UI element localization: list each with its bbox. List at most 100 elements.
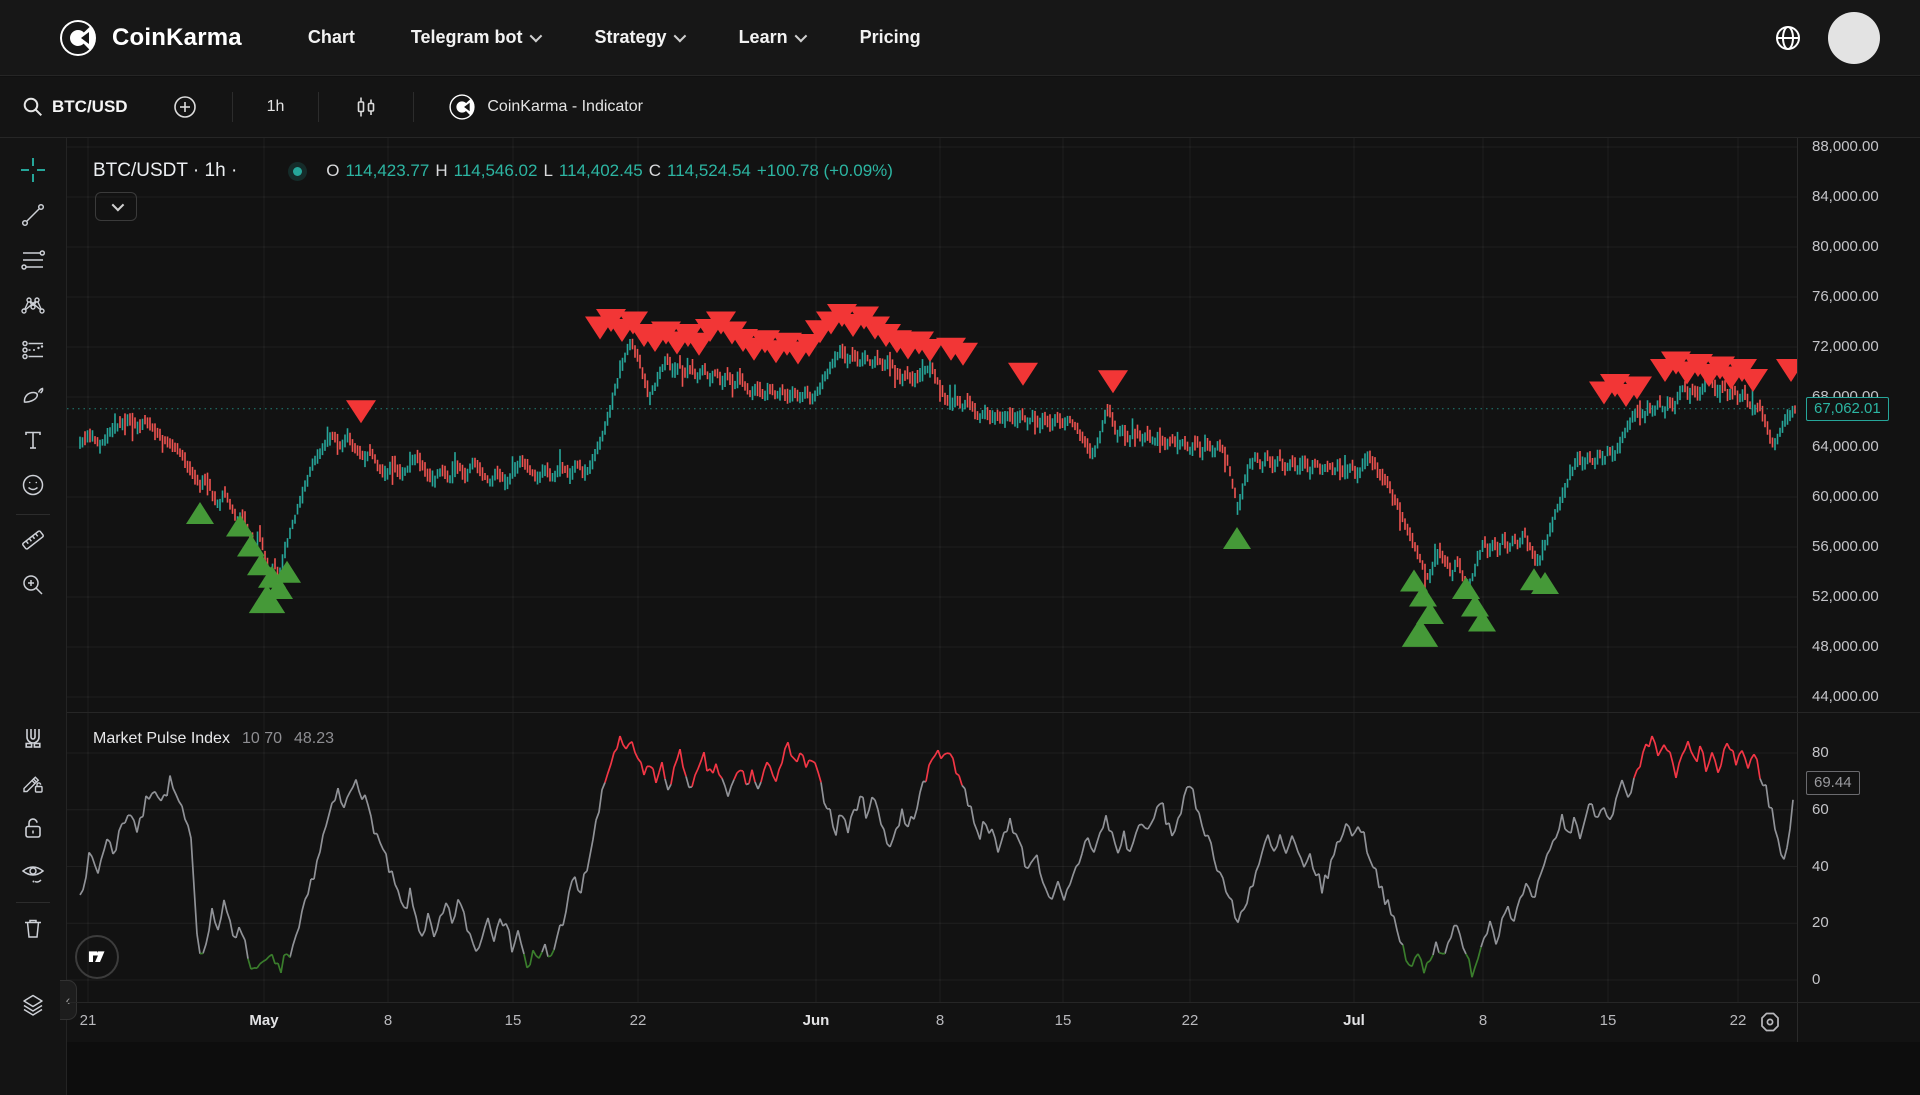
emoji-tool-button[interactable] bbox=[13, 465, 53, 505]
time-scale-settings-button[interactable] bbox=[1757, 1009, 1783, 1040]
time-axis-label: Jul bbox=[1343, 1012, 1365, 1029]
coinkarma-logo-icon bbox=[58, 18, 98, 58]
object-tree-button[interactable] bbox=[13, 985, 53, 1025]
indicator-pane[interactable] bbox=[67, 712, 1797, 1002]
coinkarma-mini-logo-icon bbox=[448, 93, 476, 121]
current-price-tag: 67,062.01 bbox=[1806, 397, 1889, 421]
indicator-legend[interactable]: Market Pulse Index 10 70 48.23 bbox=[93, 730, 334, 748]
close-value: 114,524.54 bbox=[667, 161, 751, 181]
coinkarma-logo[interactable]: CoinKarma bbox=[58, 18, 242, 58]
ruler-icon bbox=[20, 527, 46, 553]
toolbar-divider bbox=[413, 92, 414, 122]
indicator-button-label: CoinKarma - Indicator bbox=[487, 98, 643, 116]
price-axis-label: 60,000.00 bbox=[1812, 488, 1879, 505]
price-chart-canvas[interactable] bbox=[67, 138, 1797, 712]
sidebar-divider bbox=[16, 902, 50, 903]
chart-toolbar: BTC/USD 1h bbox=[0, 77, 1920, 138]
nav-item-strategy[interactable]: Strategy bbox=[595, 27, 683, 48]
price-axis-label: 72,000.00 bbox=[1812, 338, 1879, 355]
eye-hide-icon bbox=[20, 860, 46, 886]
drawing-mode-lock-button[interactable] bbox=[13, 763, 53, 803]
sidebar-collapse-handle[interactable]: ‹ bbox=[60, 980, 77, 1020]
chart-legend[interactable]: BTC/USDT · 1h · O114,423.77 H114,546.02 … bbox=[93, 160, 893, 182]
trend-line-tool-button[interactable] bbox=[13, 195, 53, 235]
crosshair-tool-button[interactable] bbox=[13, 150, 53, 190]
pane-separator[interactable] bbox=[67, 712, 1920, 713]
legend-expand-button[interactable] bbox=[95, 192, 137, 221]
candlestick-style-icon bbox=[353, 94, 379, 120]
legend-symbol-interval[interactable]: BTC/USDT · 1h · bbox=[93, 160, 237, 182]
trend-line-icon bbox=[20, 202, 46, 228]
time-axis-label: 8 bbox=[1479, 1012, 1487, 1029]
compare-add-symbol-button[interactable] bbox=[166, 88, 204, 126]
time-axis-label: 22 bbox=[1730, 1012, 1747, 1029]
price-axis-label: 88,000.00 bbox=[1812, 138, 1879, 155]
tradingview-attribution-logo[interactable] bbox=[75, 935, 119, 979]
brush-tool-button[interactable] bbox=[13, 375, 53, 415]
xabcd-pattern-tool-button[interactable] bbox=[13, 285, 53, 325]
price-axis-label: 48,000.00 bbox=[1812, 638, 1879, 655]
price-scale-axis[interactable]: 88,000.00 84,000.00 80,000.00 76,000.00 72,0… bbox=[1797, 138, 1920, 1042]
plus-circle-icon bbox=[172, 94, 198, 120]
layers-icon bbox=[20, 992, 46, 1018]
nav-item-telegram-bot[interactable]: Telegram bot bbox=[411, 27, 539, 48]
search-icon bbox=[22, 96, 44, 118]
price-axis-label: 80,000.00 bbox=[1812, 238, 1879, 255]
user-avatar[interactable] bbox=[1828, 12, 1880, 64]
magnet-icon bbox=[20, 725, 46, 751]
indicator-canvas[interactable] bbox=[67, 712, 1797, 1002]
indicator-value: 48.23 bbox=[294, 730, 334, 748]
price-chart-pane[interactable] bbox=[67, 138, 1797, 712]
indicator-title[interactable]: Market Pulse Index bbox=[93, 730, 230, 748]
pencil-lock-icon bbox=[20, 770, 46, 796]
ohlc-values: O114,423.77 H114,546.02 L114,402.45 C114… bbox=[326, 161, 893, 181]
time-axis-label: 15 bbox=[1600, 1012, 1617, 1029]
zoom-in-icon bbox=[20, 572, 46, 598]
text-tool-icon bbox=[20, 427, 46, 453]
fib-lines-icon bbox=[20, 247, 46, 273]
measure-tool-button[interactable] bbox=[13, 520, 53, 560]
toolbar-divider bbox=[232, 92, 233, 122]
nav-item-pricing[interactable]: Pricing bbox=[860, 27, 921, 48]
emoji-smiley-icon bbox=[20, 472, 46, 498]
time-scale-axis[interactable]: 21May81522Jun81522Jul81522 bbox=[67, 1002, 1797, 1042]
nav-item-chart[interactable]: Chart bbox=[308, 27, 355, 48]
long-position-tool-button[interactable] bbox=[13, 330, 53, 370]
fib-retracement-tool-button[interactable] bbox=[13, 240, 53, 280]
time-axis-label: 21 bbox=[80, 1012, 97, 1029]
text-tool-button[interactable] bbox=[13, 420, 53, 460]
sidebar-divider bbox=[16, 514, 50, 515]
toolbar-divider bbox=[318, 92, 319, 122]
remove-drawings-button[interactable] bbox=[13, 908, 53, 948]
price-axis-label: 84,000.00 bbox=[1812, 188, 1879, 205]
price-axis-label: 56,000.00 bbox=[1812, 538, 1879, 555]
symbol-search-button[interactable]: BTC/USD bbox=[16, 90, 134, 124]
brand-name: CoinKarma bbox=[112, 24, 242, 52]
interval-button[interactable]: 1h bbox=[261, 92, 291, 122]
time-axis-label: May bbox=[249, 1012, 278, 1029]
change-value: +100.78 (+0.09%) bbox=[757, 161, 893, 181]
axis-separator bbox=[67, 1002, 1920, 1003]
chevron-down-icon bbox=[794, 30, 807, 43]
globe-language-icon[interactable] bbox=[1774, 24, 1802, 52]
magnet-tool-button[interactable] bbox=[13, 718, 53, 758]
nav-item-learn[interactable]: Learn bbox=[739, 27, 804, 48]
time-axis-label: 15 bbox=[1055, 1012, 1072, 1029]
hide-drawings-button[interactable] bbox=[13, 853, 53, 893]
page-bottom-strip bbox=[67, 1042, 1920, 1095]
indicator-params: 10 70 bbox=[242, 730, 282, 748]
high-value: 114,546.02 bbox=[454, 161, 538, 181]
lock-all-drawings-button[interactable] bbox=[13, 808, 53, 848]
chart-style-button[interactable] bbox=[347, 88, 385, 126]
brush-icon bbox=[20, 382, 46, 408]
zoom-in-tool-button[interactable] bbox=[13, 565, 53, 605]
price-axis-label: 76,000.00 bbox=[1812, 288, 1879, 305]
indicator-axis-label: 40 bbox=[1812, 858, 1829, 875]
time-axis-label: 22 bbox=[1182, 1012, 1199, 1029]
indicator-axis-label: 0 bbox=[1812, 971, 1820, 988]
indicator-button[interactable]: CoinKarma - Indicator bbox=[442, 87, 649, 127]
time-axis-label: 15 bbox=[505, 1012, 522, 1029]
chevron-down-icon bbox=[111, 199, 124, 212]
gear-icon bbox=[1757, 1009, 1783, 1035]
lock-icon bbox=[20, 815, 46, 841]
